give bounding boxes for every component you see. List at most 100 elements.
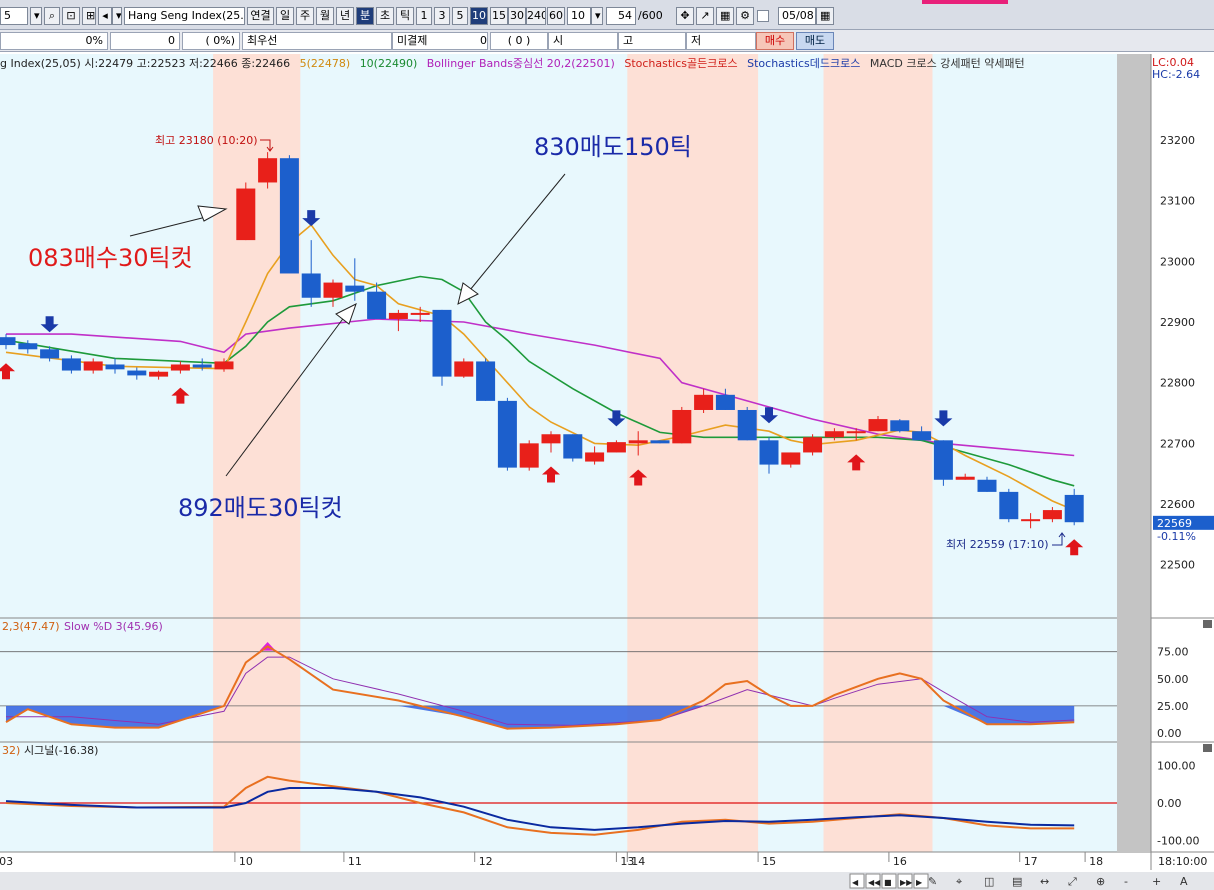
minute-1[interactable]: 1 bbox=[416, 7, 432, 25]
x-tick-label: 15 bbox=[762, 855, 776, 868]
candle-body bbox=[694, 394, 714, 410]
low-label: 저 bbox=[686, 32, 756, 50]
bottom-tool-icon: + bbox=[1152, 875, 1161, 888]
minute-60[interactable]: 60 bbox=[547, 7, 565, 25]
legend-bb: Bollinger Bands중심선 20,2(22501) bbox=[426, 57, 615, 70]
candle-body bbox=[955, 476, 975, 480]
candle-body bbox=[367, 291, 387, 319]
crosshair-icon[interactable]: ✥ bbox=[676, 7, 694, 25]
candle-body bbox=[18, 343, 38, 350]
minute-3[interactable]: 3 bbox=[434, 7, 450, 25]
period-day[interactable]: 일 bbox=[276, 7, 294, 25]
code-input[interactable]: 5 bbox=[0, 7, 28, 25]
chart-tool-icon[interactable]: ↗ bbox=[696, 7, 714, 25]
minute-240[interactable]: 240 bbox=[526, 7, 546, 25]
period-continuous[interactable]: 연결 bbox=[247, 7, 274, 25]
candle-body bbox=[933, 440, 953, 480]
candle-body bbox=[454, 361, 474, 377]
period-tick[interactable]: 틱 bbox=[396, 7, 414, 25]
date-checkbox[interactable] bbox=[757, 10, 769, 22]
order-bar: 0% 0 ( 0%) 최우선 미결제 0 ( 0 ) 시 고 저 매수 매도 bbox=[0, 30, 1214, 52]
candle-body bbox=[170, 364, 190, 371]
x-tick-label: 11 bbox=[348, 855, 362, 868]
grid-icon[interactable]: ▦ bbox=[716, 7, 734, 25]
code-dropdown[interactable]: ▾ bbox=[30, 7, 42, 25]
symbol-input[interactable]: Hang Seng Index(25.0 bbox=[124, 7, 245, 25]
candle-body bbox=[912, 431, 932, 441]
price-chart[interactable]: 23200 23100 23000 22900 22800 22700 22600 22500… bbox=[0, 54, 1214, 890]
candle-body bbox=[388, 312, 408, 319]
search-icon[interactable]: ⌕ bbox=[44, 7, 60, 25]
candle-body bbox=[476, 361, 496, 401]
interval-dropdown[interactable]: ▾ bbox=[591, 7, 603, 25]
minute-10[interactable]: 10 bbox=[470, 7, 488, 25]
candle-body bbox=[519, 443, 539, 468]
bottom-tool-icon: ⤢ bbox=[1068, 875, 1077, 888]
sound-icon[interactable]: ◂ bbox=[98, 7, 112, 25]
candle-body bbox=[737, 409, 757, 441]
bottom-tool-icon: ⌖ bbox=[956, 875, 962, 888]
period-second[interactable]: 초 bbox=[376, 7, 394, 25]
sell-button[interactable]: 매도 bbox=[796, 32, 834, 50]
price-tick-label: 22800 bbox=[1160, 377, 1195, 390]
count-input[interactable]: 54 bbox=[606, 7, 636, 25]
bottom-tool-icon: ▤ bbox=[1012, 875, 1022, 888]
buy-button[interactable]: 매수 bbox=[756, 32, 794, 50]
nav-icon: ▶▶ bbox=[900, 878, 913, 887]
best-price-label: 최우선 bbox=[242, 32, 392, 50]
legend-stoch-dead: Stochastics데드크로스 bbox=[747, 57, 861, 70]
lock-icon[interactable]: ⊞ bbox=[82, 7, 96, 25]
high-label: 최고 23180 (10:20) bbox=[155, 134, 258, 147]
date-input[interactable]: 05/08 bbox=[778, 7, 816, 25]
candle-body bbox=[628, 440, 648, 444]
bottom-tool-icon: A bbox=[1180, 875, 1188, 888]
symbol-dropdown[interactable]: ▾ bbox=[112, 7, 122, 25]
period-month[interactable]: 월 bbox=[316, 7, 334, 25]
stoch-k-legend: 2,3(47.47) bbox=[2, 620, 60, 633]
candle-body bbox=[323, 282, 343, 298]
candle-body bbox=[715, 394, 735, 410]
interval-input[interactable]: 10 bbox=[567, 7, 591, 25]
open-interest-label: 미결제 bbox=[392, 32, 488, 50]
period-minute[interactable]: 분 bbox=[356, 7, 374, 25]
candle-body bbox=[1021, 519, 1041, 522]
shaded-session-1 bbox=[627, 54, 759, 852]
stoch-d-legend: Slow %D 3(45.96) bbox=[64, 620, 163, 633]
nav-icon: ◀ bbox=[852, 878, 859, 887]
candle-body bbox=[759, 440, 779, 465]
toolbar: 5 ▾ ⌕ ⊡ ⊞ ◂ ▾ Hang Seng Index(25.0 연결 일 … bbox=[0, 0, 1214, 30]
candle-body bbox=[846, 431, 866, 434]
minute-5[interactable]: 5 bbox=[452, 7, 468, 25]
panel-close-icon bbox=[1203, 620, 1212, 628]
x-tick-label: 18 bbox=[1089, 855, 1103, 868]
period-week[interactable]: 주 bbox=[296, 7, 314, 25]
candle-body bbox=[258, 158, 278, 183]
period-year[interactable]: 년 bbox=[336, 7, 354, 25]
nav-icon: ▶ bbox=[916, 878, 923, 887]
change-label: -0.11% bbox=[1157, 530, 1196, 543]
price-tick-label: 22500 bbox=[1160, 559, 1195, 572]
minute-30[interactable]: 30 bbox=[508, 7, 526, 25]
compare-icon[interactable]: ⊡ bbox=[62, 7, 80, 25]
macd-tick-label: 100.00 bbox=[1157, 760, 1196, 773]
candle-body bbox=[279, 158, 299, 274]
x-tick-label: 12 bbox=[479, 855, 493, 868]
candle-body bbox=[999, 491, 1019, 520]
settings-icon[interactable]: ⚙ bbox=[736, 7, 754, 25]
legend-ma10: 10(22490) bbox=[359, 57, 418, 70]
candle-body bbox=[236, 188, 256, 241]
candle-body bbox=[890, 420, 910, 432]
legend-ma5: 5(22478) bbox=[299, 57, 351, 70]
macd-tick-label: 0.00 bbox=[1157, 797, 1182, 810]
candle-body bbox=[1064, 494, 1084, 523]
calendar-icon[interactable]: ▦ bbox=[816, 7, 834, 25]
candle-body bbox=[0, 337, 16, 346]
bottom-tool-icon: ↔ bbox=[1040, 875, 1049, 888]
candle-body bbox=[432, 309, 452, 377]
main-legend: g Index(25,05) 시:22479 고:22523 저:22466 종… bbox=[0, 56, 1031, 72]
candle-body bbox=[345, 285, 365, 292]
bottom-tool-icon: ◫ bbox=[984, 875, 994, 888]
price-tick-label: 22700 bbox=[1160, 437, 1195, 450]
candle-body bbox=[40, 349, 60, 359]
minute-15[interactable]: 15 bbox=[490, 7, 508, 25]
